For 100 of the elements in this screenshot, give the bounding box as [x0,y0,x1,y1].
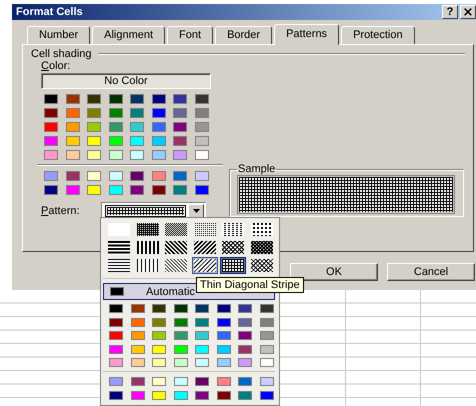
color-swatch[interactable] [44,150,58,160]
color-swatch[interactable] [195,358,209,368]
color-swatch[interactable] [108,150,122,160]
pattern-option[interactable] [248,221,274,238]
color-swatch[interactable] [130,122,144,132]
pattern-option[interactable] [248,239,274,256]
color-swatch[interactable] [152,171,166,181]
color-swatch[interactable] [152,185,166,195]
color-swatch[interactable] [216,304,230,313]
color-swatch[interactable] [194,108,208,118]
color-swatch[interactable] [109,318,123,327]
help-button[interactable]: ? [442,5,458,19]
pattern-option[interactable] [163,221,189,238]
color-swatch[interactable] [238,304,252,313]
close-button[interactable]: × [460,5,476,19]
color-swatch[interactable] [174,390,188,400]
color-swatch[interactable] [130,304,144,313]
color-swatch[interactable] [216,318,230,327]
color-swatch[interactable] [173,94,187,104]
color-swatch[interactable] [66,171,80,181]
color-swatch[interactable] [130,390,144,400]
color-swatch[interactable] [173,122,187,132]
tab[interactable]: Font [167,26,214,44]
color-swatch[interactable] [108,185,122,195]
color-swatch[interactable] [260,304,274,313]
color-swatch[interactable] [87,108,101,118]
color-swatch[interactable] [130,358,144,368]
color-swatch[interactable] [216,377,230,386]
tab[interactable]: Alignment [92,26,166,44]
tab[interactable]: Protection [341,26,415,44]
tab[interactable]: Number [27,26,90,44]
color-swatch[interactable] [152,358,166,368]
color-swatch[interactable] [108,171,122,181]
color-swatch[interactable] [130,150,144,160]
color-swatch[interactable] [194,122,208,132]
pattern-option[interactable] [248,257,274,274]
color-swatch[interactable] [260,331,274,340]
ok-button[interactable]: OK [290,263,378,281]
color-swatch[interactable] [173,136,187,146]
color-swatch[interactable] [44,185,58,195]
color-swatch[interactable] [260,358,274,368]
color-swatch[interactable] [109,377,123,386]
color-swatch[interactable] [195,331,209,340]
color-swatch[interactable] [108,108,122,118]
color-swatch[interactable] [174,331,188,340]
color-swatch[interactable] [195,318,209,327]
tab[interactable]: Patterns [274,24,340,45]
color-swatch[interactable] [238,377,252,386]
color-swatch[interactable] [152,150,166,160]
color-swatch[interactable] [108,122,122,132]
color-swatch[interactable] [152,94,166,104]
color-swatch[interactable] [173,171,187,181]
color-swatch[interactable] [130,331,144,340]
color-swatch[interactable] [238,358,252,368]
color-swatch[interactable] [109,344,123,354]
pattern-option[interactable] [220,257,246,274]
color-swatch[interactable] [260,344,274,354]
color-swatch[interactable] [194,94,208,104]
color-swatch[interactable] [66,185,80,195]
color-swatch[interactable] [109,331,123,340]
color-swatch[interactable] [44,136,58,146]
pattern-option[interactable] [163,257,189,274]
color-swatch[interactable] [87,185,101,195]
color-swatch[interactable] [87,94,101,104]
color-swatch[interactable] [195,344,209,354]
color-swatch[interactable] [152,304,166,313]
color-swatch[interactable] [238,318,252,327]
no-color-button[interactable]: No Color [41,73,211,89]
color-swatch[interactable] [109,390,123,400]
color-swatch[interactable] [173,108,187,118]
color-swatch[interactable] [130,318,144,327]
color-swatch[interactable] [195,304,209,313]
color-swatch[interactable] [260,377,274,386]
color-swatch[interactable] [44,94,58,104]
color-swatch[interactable] [108,136,122,146]
color-swatch[interactable] [173,150,187,160]
pattern-option[interactable] [134,221,160,238]
pattern-option[interactable] [192,239,218,256]
color-swatch[interactable] [216,331,230,340]
pattern-option[interactable] [106,239,132,256]
cancel-button[interactable]: Cancel [387,263,475,281]
color-swatch[interactable] [152,377,166,386]
color-swatch[interactable] [152,344,166,354]
pattern-option[interactable] [106,257,132,274]
pattern-option[interactable] [220,239,246,256]
pattern-option[interactable] [192,257,218,274]
pattern-option[interactable] [134,239,160,256]
color-swatch[interactable] [260,318,274,327]
color-swatch[interactable] [87,150,101,160]
color-swatch[interactable] [194,171,208,181]
color-swatch[interactable] [152,122,166,132]
color-swatch[interactable] [260,390,274,400]
color-swatch[interactable] [194,185,208,195]
color-swatch[interactable] [238,331,252,340]
color-swatch[interactable] [174,318,188,327]
color-swatch[interactable] [238,344,252,354]
color-swatch[interactable] [87,171,101,181]
color-swatch[interactable] [44,171,58,181]
color-swatch[interactable] [108,94,122,104]
color-swatch[interactable] [152,331,166,340]
